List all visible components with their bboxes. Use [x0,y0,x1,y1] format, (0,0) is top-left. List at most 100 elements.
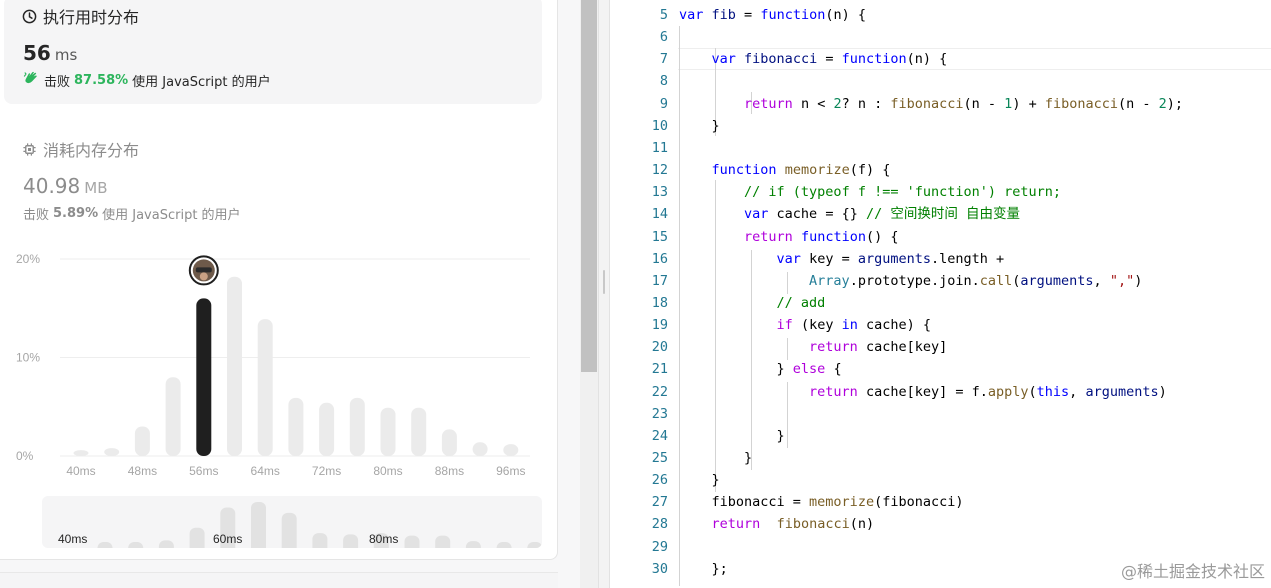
range-bar [496,542,512,548]
histogram-bar[interactable] [165,377,181,456]
chip-icon [22,142,37,157]
code-line[interactable]: } else { [679,358,842,380]
code-token: 2 [1158,95,1167,112]
line-number: 16 [651,250,668,267]
y-tick-label: 0% [16,449,34,463]
code-content[interactable]: var fib = function(n) { var fibonacci = … [679,0,1271,588]
range-tick-label: 80ms [369,532,398,546]
histogram-bar[interactable] [227,276,242,456]
code-line[interactable]: } [679,115,720,137]
range-bar [312,533,328,548]
distribution-range-selector[interactable]: 40ms 60ms 80ms [42,496,542,548]
code-line[interactable]: fibonacci = memorize(fibonacci) [679,491,964,513]
code-line[interactable]: var fibonacci = function(n) { [679,48,948,70]
line-number: 25 [651,450,668,466]
code-line[interactable]: } [679,469,720,491]
code-line[interactable]: function memorize(f) { [679,159,891,181]
watermark: @稀土掘金技术社区 [1120,562,1265,581]
histogram-bar[interactable] [257,319,273,456]
code-line[interactable]: return fibonacci(n) [679,513,875,535]
clapping-hands-icon [23,70,40,90]
next-section-strip [0,572,558,588]
code-token: ) + [1012,95,1045,112]
code-token: var [744,206,769,223]
memory-unit: MB [84,179,108,197]
code-token: () { [865,228,899,245]
code-line[interactable]: Array.prototype.join.call(arguments, ","… [679,270,1142,292]
splitter-grip-icon[interactable] [603,270,605,294]
code-token: Array [809,272,850,289]
runtime-title: 执行用时分布 [22,4,139,28]
histogram-bar[interactable] [319,402,335,456]
line-number: 6 [659,29,668,46]
line-number: 28 [651,516,668,533]
code-token: fib [711,7,736,23]
code-editor[interactable]: 5 6 7 8 9 10 11 12 13 14 15 16 17 18 19 20 21 22 23 24 25 26 2… [610,0,1271,588]
code-line[interactable]: var fib = function(n) { [679,4,866,26]
code-token: .length + [931,250,1005,267]
range-selector-chart[interactable]: 40ms 60ms 80ms [42,496,542,548]
histogram-bar[interactable] [349,397,365,456]
runtime-distribution-chart[interactable]: 0% 10% 20% 40ms 48ms 56ms 64ms 72ms 80ms 88ms 96ms [0,246,558,486]
histogram-bar[interactable] [472,442,488,456]
histogram-bar[interactable] [288,397,304,456]
left-panel-scrollbar-thumb[interactable] [581,0,597,372]
memory-title-text: 消耗内存分布 [43,141,140,160]
range-bar [465,541,481,548]
code-line[interactable]: }; [679,558,728,580]
histogram-bar[interactable] [503,444,519,456]
code-token: function [800,228,866,245]
submission-stats-panel: 执行用时分布 56 ms 击败 87.58% 使用 JavaScript 的用户 … [0,0,580,588]
code-line[interactable]: // add [679,292,826,314]
code-line[interactable]: return n < 2? n : fibonacci(n - 1) + fib… [679,93,1183,115]
histogram-bar[interactable] [104,448,120,456]
code-token: (f) { [849,162,891,179]
range-bar [435,535,451,548]
code-token: return [744,228,793,245]
line-number: 10 [651,117,668,134]
code-token: } [679,361,793,378]
code-token: ( [1028,383,1037,400]
range-bar [251,502,266,548]
line-number: 23 [651,405,668,422]
code-line[interactable]: return function() { [679,226,899,248]
histogram-bar[interactable] [73,450,89,456]
code-token: var [679,7,704,23]
line-number: 8 [659,73,668,90]
code-line[interactable]: return cache[key] = f.apply(this, argume… [679,381,1167,403]
histogram-bar[interactable] [380,407,396,456]
code-token: (key [792,317,842,334]
code-line[interactable]: var cache = {} // 空间换时间 自由变量 [679,203,1020,225]
histogram-bar[interactable] [196,298,212,456]
line-number: 17 [651,272,668,289]
histogram-bar[interactable] [134,426,150,456]
memory-title[interactable]: 消耗内存分布 [22,137,139,161]
code-token: (n) [849,516,875,533]
panel-splitter[interactable] [598,0,610,588]
x-tick-label: 96ms [496,464,525,478]
code-token: return [809,339,858,356]
code-line[interactable]: } [679,447,752,469]
code-token: cache) { [857,317,932,334]
code-token: 2 [833,95,842,112]
line-number-gutter[interactable]: 5 6 7 8 9 10 11 12 13 14 15 16 17 18 19 20 21 22 23 24 25 26 2… [610,0,668,588]
code-line[interactable]: return cache[key] [679,336,947,358]
x-tick-label: 72ms [312,464,341,478]
code-token: ) [1134,272,1143,289]
code-token: function [760,7,826,23]
line-number: 12 [651,162,668,179]
histogram-bar[interactable] [411,407,427,456]
code-line[interactable]: if (key in cache) { [679,314,931,336]
histogram-bar[interactable] [441,429,457,456]
range-bar [404,535,420,548]
code-line[interactable]: var key = arguments.length + [679,248,1005,270]
code-line[interactable]: } [679,425,785,447]
code-line[interactable]: // if (typeof f !== 'function') return; [679,181,1061,203]
memory-beats-suffix: 使用 JavaScript 的用户 [102,208,241,223]
x-tick-label: 80ms [373,464,402,478]
code-token: fibonacci [890,95,964,112]
